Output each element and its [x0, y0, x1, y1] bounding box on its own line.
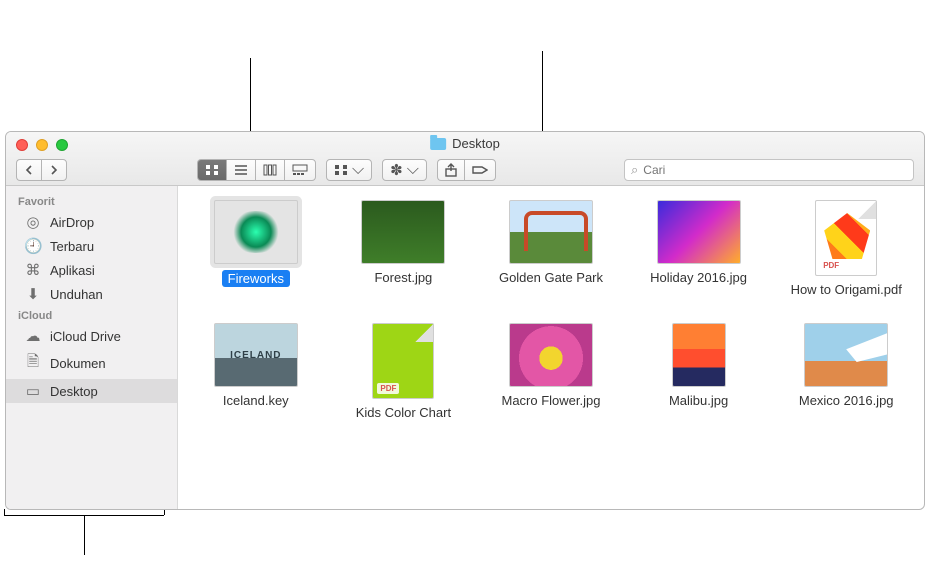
fullscreen-button[interactable] — [56, 139, 68, 151]
titlebar: Desktop ⌵ ✽⌵ ⌕ — [6, 132, 924, 186]
file-label: Forest.jpg — [374, 270, 432, 285]
file-label: Holiday 2016.jpg — [650, 270, 747, 285]
sidebar-item-label: AirDrop — [50, 215, 94, 230]
window-title: Desktop — [430, 136, 500, 151]
sidebar-item-applications[interactable]: ⌘ Aplikasi — [6, 258, 177, 282]
file-thumbnail — [804, 323, 888, 387]
sidebar-section-header: iCloud — [6, 306, 177, 324]
search-input[interactable] — [643, 163, 907, 177]
file-label: Golden Gate Park — [499, 270, 603, 285]
sidebar-item-label: Dokumen — [50, 356, 106, 371]
share-tag-buttons — [437, 159, 496, 181]
file-thumbnail — [361, 200, 445, 264]
file-item[interactable]: PDF How to Origami.pdf — [776, 200, 916, 297]
file-label: Iceland.key — [223, 393, 289, 408]
file-thumbnail: PDF — [372, 323, 434, 399]
sidebar-item-label: iCloud Drive — [50, 329, 121, 344]
file-thumbnail — [509, 200, 593, 264]
sidebar-item-recents[interactable]: 🕘 Terbaru — [6, 234, 177, 258]
file-thumbnail — [509, 323, 593, 387]
view-mode-buttons — [197, 159, 316, 181]
airdrop-icon: ◎ — [24, 213, 42, 231]
file-thumbnail — [657, 200, 741, 264]
share-button[interactable] — [437, 159, 464, 181]
sidebar-item-label: Aplikasi — [50, 263, 95, 278]
sidebar-item-desktop[interactable]: ▭ Desktop — [6, 379, 177, 403]
sidebar-item-label: Terbaru — [50, 239, 94, 254]
file-item[interactable]: Iceland.key — [186, 323, 326, 420]
file-label: Mexico 2016.jpg — [799, 393, 894, 408]
sidebar-item-documents[interactable]: 🗎 Dokumen — [6, 348, 177, 379]
sidebar-item-label: Unduhan — [50, 287, 103, 302]
nav-buttons — [16, 159, 67, 181]
file-thumbnail — [214, 200, 298, 264]
sidebar: Favorit ◎ AirDrop 🕘 Terbaru ⌘ Aplikasi ⬇… — [6, 186, 178, 509]
file-label: Fireworks — [222, 270, 290, 287]
file-item[interactable]: PDF Kids Color Chart — [334, 323, 474, 420]
file-item[interactable]: Holiday 2016.jpg — [629, 200, 769, 297]
callout-line — [84, 515, 85, 555]
file-item[interactable]: Mexico 2016.jpg — [776, 323, 916, 420]
search-icon: ⌕ — [631, 162, 638, 178]
forward-button[interactable] — [41, 159, 67, 181]
folder-icon — [430, 138, 446, 150]
window-title-text: Desktop — [452, 136, 500, 151]
close-button[interactable] — [16, 139, 28, 151]
search-field[interactable]: ⌕ — [624, 159, 914, 181]
doc-icon: 🗎 — [24, 351, 42, 376]
tags-button[interactable] — [464, 159, 496, 181]
file-label: Malibu.jpg — [669, 393, 728, 408]
file-thumbnail: PDF — [815, 200, 877, 276]
minimize-button[interactable] — [36, 139, 48, 151]
file-label: Kids Color Chart — [356, 405, 451, 420]
sidebar-item-icloud-drive[interactable]: ☁ iCloud Drive — [6, 324, 177, 348]
file-label: How to Origami.pdf — [791, 282, 902, 297]
list-view-button[interactable] — [226, 159, 255, 181]
file-item[interactable]: Macro Flower.jpg — [481, 323, 621, 420]
file-item[interactable]: Forest.jpg — [334, 200, 474, 297]
desktop-icon: ▭ — [24, 382, 42, 400]
sidebar-item-label: Desktop — [50, 384, 98, 399]
file-item[interactable]: Fireworks — [186, 200, 326, 297]
toolbar: ⌵ ✽⌵ ⌕ — [16, 158, 914, 182]
action-menu-button[interactable]: ✽⌵ — [382, 159, 427, 181]
sidebar-item-downloads[interactable]: ⬇ Unduhan — [6, 282, 177, 306]
traffic-lights — [16, 139, 68, 151]
clock-icon: 🕘 — [24, 237, 42, 255]
back-button[interactable] — [16, 159, 41, 181]
icon-view-button[interactable] — [197, 159, 226, 181]
finder-window: Desktop ⌵ ✽⌵ ⌕ — [5, 131, 925, 510]
callout-line — [542, 51, 543, 133]
sidebar-item-airdrop[interactable]: ◎ AirDrop — [6, 210, 177, 234]
file-label: Macro Flower.jpg — [502, 393, 601, 408]
file-grid: Fireworks Forest.jpg Golden Gate Park Holid… — [186, 200, 916, 420]
file-thumbnail — [672, 323, 726, 387]
apps-icon: ⌘ — [24, 261, 42, 279]
gallery-view-button[interactable] — [284, 159, 316, 181]
callout-line — [4, 509, 5, 515]
sidebar-section-header: Favorit — [6, 192, 177, 210]
content-area: Fireworks Forest.jpg Golden Gate Park Holid… — [178, 186, 924, 509]
group-by-button[interactable]: ⌵ — [326, 159, 372, 181]
file-item[interactable]: Malibu.jpg — [629, 323, 769, 420]
file-item[interactable]: Golden Gate Park — [481, 200, 621, 297]
download-icon: ⬇ — [24, 285, 42, 303]
cloud-icon: ☁ — [24, 327, 42, 345]
file-thumbnail — [214, 323, 298, 387]
column-view-button[interactable] — [255, 159, 284, 181]
